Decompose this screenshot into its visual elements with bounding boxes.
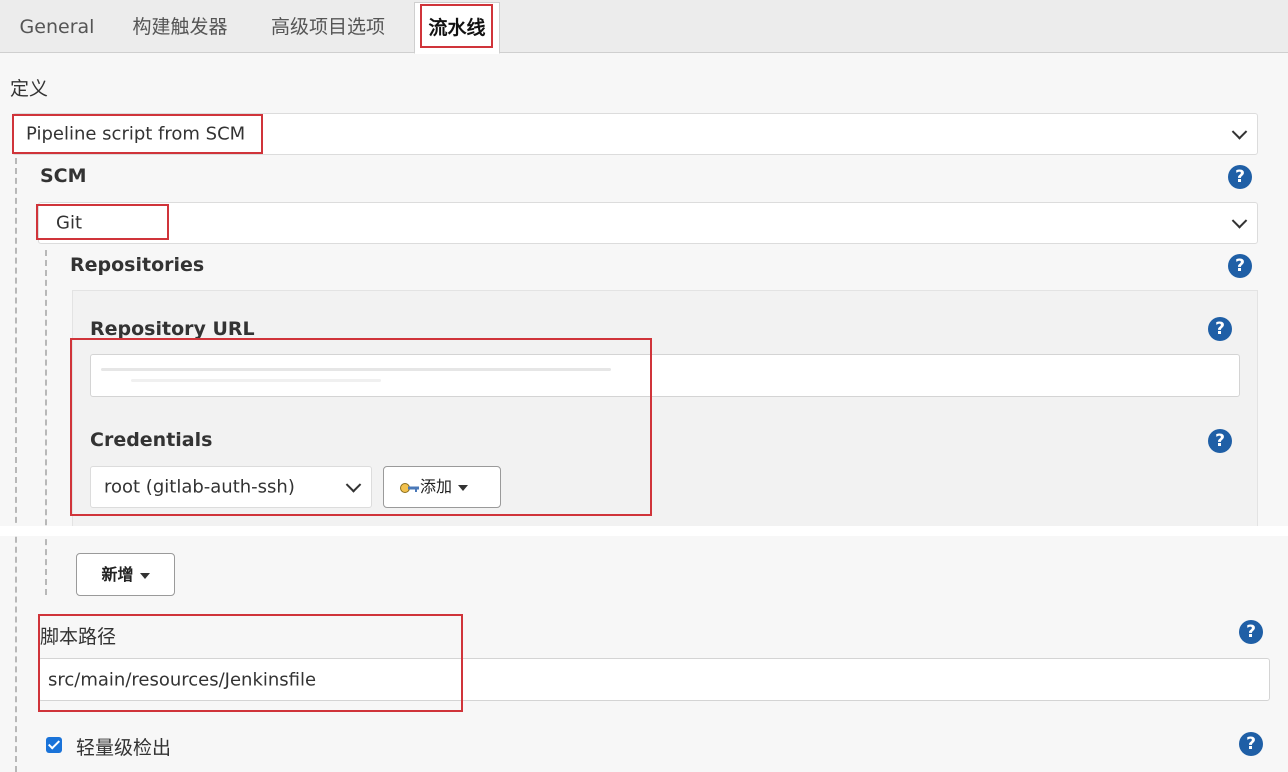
tab-label: General [19, 16, 95, 38]
scm-select[interactable]: Git [38, 202, 1258, 244]
script-path-label: 脚本路径 [40, 626, 117, 648]
tab-general[interactable]: General [14, 0, 100, 52]
chevron-down-icon [345, 477, 362, 493]
credentials-label: Credentials [90, 429, 213, 451]
add-button-label: 添加 [420, 477, 453, 496]
tab-label: 构建触发器 [132, 16, 228, 38]
script-path-input[interactable]: src/main/resources/Jenkinsfile [38, 658, 1270, 701]
repository-url-label: Repository URL [90, 318, 255, 340]
help-icon[interactable]: ? [1208, 429, 1232, 453]
blurred-text [131, 379, 381, 382]
tab-build-triggers[interactable]: 构建触发器 [120, 0, 240, 52]
tab-pipeline[interactable]: 流水线 [414, 2, 500, 54]
new-button-label: 新增 [101, 565, 134, 584]
credentials-value: root (gitlab-auth-ssh) [104, 476, 295, 498]
help-icon[interactable]: ? [1208, 317, 1232, 341]
help-icon[interactable]: ? [1228, 254, 1252, 278]
blurred-text [101, 368, 611, 371]
repositories-label: Repositories [70, 254, 205, 276]
add-credentials-button[interactable]: 添加 [383, 466, 501, 508]
nesting-guide [15, 158, 17, 772]
nesting-guide [45, 250, 47, 595]
lightweight-checkbox[interactable] [46, 737, 62, 753]
divider-band [0, 526, 1288, 536]
tab-bar: General 构建触发器 高级项目选项 流水线 [0, 0, 1288, 54]
chevron-down-icon [1231, 124, 1248, 140]
definition-value: Pipeline script from SCM [26, 123, 246, 145]
caret-down-icon [458, 484, 469, 491]
tab-label: 流水线 [428, 17, 486, 39]
caret-down-icon [139, 572, 150, 579]
help-icon[interactable]: ? [1239, 732, 1263, 756]
scm-label: SCM [40, 165, 87, 187]
definition-label: 定义 [10, 78, 49, 100]
add-repository-button[interactable]: 新增 [76, 553, 175, 596]
help-icon[interactable]: ? [1239, 620, 1263, 644]
script-path-value: src/main/resources/Jenkinsfile [48, 669, 317, 690]
tab-label: 高级项目选项 [270, 16, 385, 38]
credentials-select[interactable]: root (gitlab-auth-ssh) [90, 466, 372, 508]
definition-select[interactable]: Pipeline script from SCM [12, 113, 1258, 155]
lightweight-label: 轻量级检出 [76, 737, 172, 759]
repository-url-input[interactable] [90, 354, 1240, 397]
key-icon [400, 482, 419, 493]
tab-advanced-options[interactable]: 高级项目选项 [258, 0, 398, 52]
chevron-down-icon [1231, 213, 1248, 229]
help-icon[interactable]: ? [1228, 165, 1252, 189]
scm-value: Git [56, 212, 83, 234]
